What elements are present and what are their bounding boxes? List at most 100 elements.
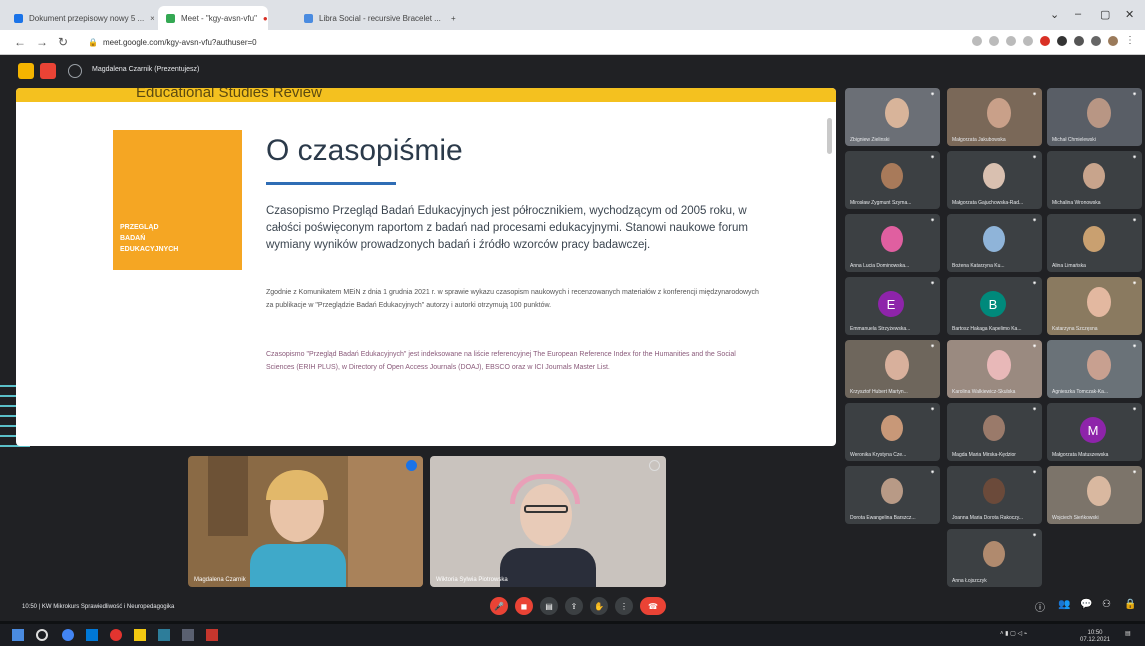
minimize-icon[interactable]: ⌄ bbox=[1050, 8, 1059, 21]
notifications-icon[interactable]: ▤ bbox=[1125, 630, 1131, 637]
search-icon[interactable] bbox=[36, 629, 48, 641]
participant-tile[interactable]: ⁕ Michalina Wronowska bbox=[1047, 151, 1142, 209]
mic-muted-icon: ⁕ bbox=[929, 92, 935, 98]
mic-muted-icon: ⁕ bbox=[929, 155, 935, 161]
share-icon[interactable] bbox=[1006, 35, 1016, 46]
app-icon[interactable] bbox=[86, 629, 98, 641]
reload-icon[interactable]: ↻ bbox=[58, 35, 68, 49]
edge-icon[interactable] bbox=[62, 629, 74, 641]
close-icon[interactable]: × bbox=[144, 14, 154, 23]
video-tile-participant[interactable]: Wiktoria Sylwia Piotrowska bbox=[430, 456, 666, 587]
participant-tile[interactable]: ⁕ Joanna Maria Dorota Rakoczy... bbox=[947, 466, 1042, 524]
video-face bbox=[885, 98, 909, 128]
raise-hand-button[interactable]: ✋ bbox=[590, 597, 608, 615]
participant-name: Bartosz Hakaga Kapelimo Ka... bbox=[952, 326, 1022, 332]
menu-icon[interactable]: ⋮ bbox=[1125, 35, 1135, 46]
browser-tab-3[interactable]: Libra Social - recursive Bracelet ...× bbox=[296, 6, 442, 30]
app-icon[interactable] bbox=[182, 629, 194, 641]
people-icon[interactable]: 👥 bbox=[1058, 599, 1070, 610]
participant-tile[interactable]: ⁕ Alina Limańska bbox=[1047, 214, 1142, 272]
clock[interactable]: 10:50 07.12.2021 bbox=[1080, 630, 1110, 644]
avatar bbox=[881, 163, 903, 189]
maximize-icon[interactable]: ▢ bbox=[1100, 8, 1110, 21]
presentation-screen[interactable]: Educational Studies Review PRZEGLĄD BADA… bbox=[16, 88, 836, 446]
captions-button[interactable]: ▤ bbox=[540, 597, 558, 615]
present-button[interactable]: ⇪ bbox=[565, 597, 583, 615]
close-window-icon[interactable]: ✕ bbox=[1125, 8, 1134, 21]
leave-call-button[interactable]: ☎ bbox=[640, 597, 666, 615]
extension-red-icon[interactable] bbox=[1040, 35, 1050, 46]
more-options-button[interactable]: ⋮ bbox=[615, 597, 633, 615]
file-explorer-icon[interactable] bbox=[134, 629, 146, 641]
participant-tile[interactable]: ⁕ Mirosław Zygmunt Szyma... bbox=[845, 151, 940, 209]
stop-presenting-icon[interactable] bbox=[40, 63, 56, 79]
camera-off-button[interactable]: ◼ bbox=[515, 597, 533, 615]
mic-muted-icon: ⁕ bbox=[1031, 155, 1037, 161]
mic-off-button[interactable]: 🎤 bbox=[490, 597, 508, 615]
page-icon bbox=[304, 13, 313, 23]
participant-tile[interactable]: ⁕ Krzysztof Hubert Martyn... bbox=[845, 340, 940, 398]
participant-name: Dorota Ewangelina Barszcz... bbox=[850, 515, 916, 521]
reading-list-icon[interactable] bbox=[1091, 35, 1101, 46]
hair bbox=[266, 470, 328, 500]
powerpoint-icon[interactable] bbox=[206, 629, 218, 641]
profile-avatar[interactable] bbox=[1108, 35, 1118, 46]
participant-tile[interactable]: B ⁕ Bartosz Hakaga Kapelimo Ka... bbox=[947, 277, 1042, 335]
forward-icon[interactable]: → bbox=[36, 35, 48, 49]
host-controls-icon[interactable]: 🔒 bbox=[1124, 599, 1136, 610]
participant-tile[interactable]: ⁕ Wojciech Sieńkowski bbox=[1047, 466, 1142, 524]
back-icon[interactable]: ← bbox=[14, 35, 26, 49]
participant-name: Małgorzata Jakubowska bbox=[952, 137, 1006, 143]
participant-tile[interactable]: ⁕ Bożena Katarzyna Ku... bbox=[947, 214, 1042, 272]
participant-name: Agnieszka Tomczak-Ka... bbox=[1052, 389, 1109, 395]
participant-tile[interactable]: ⁕ Michał Chmielewski bbox=[1047, 88, 1142, 146]
participant-tile[interactable]: ⁕ Weronika Krystyna Cze... bbox=[845, 403, 940, 461]
participant-tile[interactable]: ⁕ Karolina Walkiewicz-Skulska bbox=[947, 340, 1042, 398]
video-face bbox=[987, 98, 1011, 128]
lead-paragraph: Czasopismo Przegląd Badań Edukacyjnych j… bbox=[266, 205, 748, 251]
participant-tile[interactable]: ⁕ Agnieszka Tomczak-Ka... bbox=[1047, 340, 1142, 398]
avatar bbox=[983, 478, 1005, 504]
puzzle-icon[interactable] bbox=[1074, 35, 1084, 46]
scrollbar[interactable] bbox=[827, 118, 832, 154]
tray-icons[interactable]: ˄ ▮ ▢ ◁ ⌁ bbox=[1000, 630, 1027, 637]
present-icon[interactable] bbox=[18, 63, 34, 79]
participant-name: Anna Łojszczyk bbox=[952, 578, 987, 584]
participant-name: Weronika Krystyna Cze... bbox=[850, 452, 907, 458]
participant-tile[interactable]: M ⁕ Małgorzata Matuszewska bbox=[1047, 403, 1142, 461]
close-icon[interactable]: × bbox=[441, 14, 442, 23]
browser-tab-1[interactable]: Dokument przepisowy nowy 5 ... × bbox=[6, 6, 154, 30]
video-tile-speaker[interactable]: Magdalena Czarnik bbox=[188, 456, 423, 587]
participant-name: Magda Maria Mirska-Kędzior bbox=[952, 452, 1016, 458]
windows-start-icon[interactable] bbox=[12, 629, 24, 641]
browser-tab-meet[interactable]: Meet - "kgy-avsn-vfu"●× bbox=[158, 6, 268, 30]
mic-muted-icon: ⁕ bbox=[1031, 407, 1037, 413]
participant-tile[interactable]: E ⁕ Emmanuela Strzyżewska... bbox=[845, 277, 940, 335]
opera-icon[interactable] bbox=[110, 629, 122, 641]
new-tab-button[interactable]: + bbox=[446, 6, 466, 30]
participant-tile[interactable]: ⁕ Małgorzata Jakubowska bbox=[947, 88, 1042, 146]
participant-tile[interactable]: ⁕ Dorota Ewangelina Barszcz... bbox=[845, 466, 940, 524]
url-field[interactable]: 🔒 meet.google.com/kgy-avsn-vfu?authuser=… bbox=[88, 34, 688, 50]
extension-dark-icon[interactable] bbox=[1057, 35, 1067, 46]
zoom-icon[interactable] bbox=[989, 35, 999, 46]
participant-tile[interactable]: ⁕ Zbigniew Zielinski bbox=[845, 88, 940, 146]
participant-tile[interactable]: ⁕ Magda Maria Mirska-Kędzior bbox=[947, 403, 1042, 461]
translate-icon[interactable] bbox=[972, 35, 982, 46]
participant-name: Joanna Maria Dorota Rakoczy... bbox=[952, 515, 1024, 521]
mic-muted-icon: ⁕ bbox=[1131, 281, 1137, 287]
minimize-window-icon[interactable]: – bbox=[1075, 8, 1081, 20]
star-icon[interactable] bbox=[1023, 35, 1033, 46]
chat-icon[interactable]: 💬 bbox=[1080, 599, 1092, 610]
more-options-icon[interactable] bbox=[649, 460, 660, 471]
title-underline bbox=[266, 182, 396, 185]
info-icon[interactable]: ⓘ bbox=[1035, 599, 1045, 614]
participant-tile[interactable]: ⁕ Anna Łojszczyk bbox=[947, 529, 1042, 587]
participant-tile[interactable]: ⁕ Anna Lucia Dominowska... bbox=[845, 214, 940, 272]
activities-icon[interactable]: ⚇ bbox=[1102, 599, 1111, 610]
avatar: B bbox=[980, 291, 1006, 317]
participant-tile[interactable]: ⁕ Małgorzata Gajuchowska-Rad... bbox=[947, 151, 1042, 209]
app-icon[interactable] bbox=[158, 629, 170, 641]
participant-name: Michał Chmielewski bbox=[1052, 137, 1096, 143]
participant-tile[interactable]: ⁕ Katarzyna Szczęsna bbox=[1047, 277, 1142, 335]
